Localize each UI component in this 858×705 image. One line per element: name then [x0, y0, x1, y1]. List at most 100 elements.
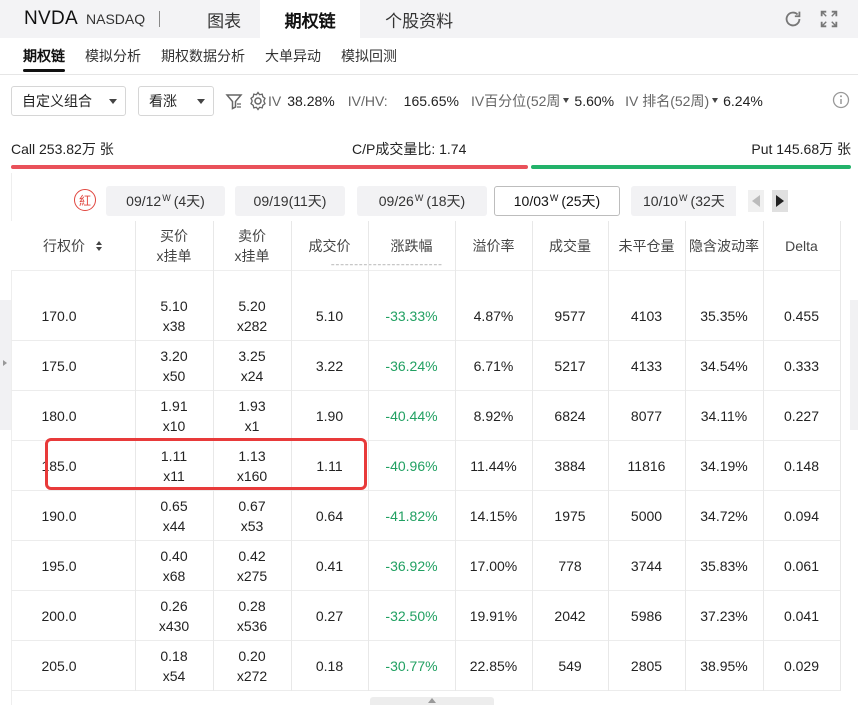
change-percent[interactable]: -36.24% — [368, 341, 455, 391]
scroll-left-button[interactable] — [748, 190, 764, 212]
subtab-block-trades[interactable]: 大单异动 — [265, 38, 321, 74]
last-price[interactable]: 0.27 — [291, 591, 368, 641]
header-open-interest[interactable]: 未平仓量 — [608, 221, 685, 271]
subtab-option-chain[interactable]: 期权链 — [23, 38, 65, 74]
bid-price[interactable]: 1.91 x10 — [135, 391, 213, 441]
direction-dropdown[interactable]: 看涨 — [138, 86, 214, 116]
delta-cell[interactable]: 0.061 — [763, 541, 840, 591]
strike-cell[interactable]: 170.0 — [11, 291, 135, 341]
bid-price[interactable]: 3.20 x50 — [135, 341, 213, 391]
header-strike[interactable]: 行权价 — [11, 221, 135, 271]
implied-volatility-cell[interactable]: 35.35% — [685, 291, 763, 341]
open-interest-cell[interactable]: 4133 — [608, 341, 685, 391]
open-interest-cell[interactable]: 2805 — [608, 641, 685, 691]
ask-price[interactable]: 1.93 x1 — [213, 391, 291, 441]
bid-price[interactable]: 0.26 x430 — [135, 591, 213, 641]
combo-dropdown[interactable]: 自定义组合 — [11, 86, 126, 116]
implied-volatility-cell[interactable]: 38.95% — [685, 641, 763, 691]
last-price[interactable]: 3.22 — [291, 341, 368, 391]
delta-cell[interactable]: 0.041 — [763, 591, 840, 641]
ask-price[interactable]: 0.28 x536 — [213, 591, 291, 641]
ask-price[interactable]: 0.67 x53 — [213, 491, 291, 541]
header-implied-volatility[interactable]: 隐含波动率 — [685, 221, 763, 271]
ask-price[interactable]: 5.20 x282 — [213, 291, 291, 341]
premium-rate[interactable]: 8.92% — [455, 391, 532, 441]
strike-cell[interactable]: 175.0 — [11, 341, 135, 391]
volume-cell[interactable]: 9577 — [532, 291, 608, 341]
volume-cell[interactable]: 778 — [532, 541, 608, 591]
iv-percentile-stat[interactable]: IV百分位(52周 5.60% — [471, 91, 614, 111]
bid-price[interactable]: 0.65 x44 — [135, 491, 213, 541]
strike-cell[interactable]: 180.0 — [11, 391, 135, 441]
volume-cell[interactable]: 1975 — [532, 491, 608, 541]
sort-icon[interactable] — [95, 240, 103, 252]
change-percent[interactable]: -32.50% — [368, 591, 455, 641]
open-interest-cell[interactable]: 5986 — [608, 591, 685, 641]
premium-rate[interactable]: 11.44% — [455, 441, 532, 491]
strike-cell[interactable]: 205.0 — [11, 641, 135, 691]
delta-cell[interactable]: 0.029 — [763, 641, 840, 691]
scroll-right-button[interactable] — [772, 190, 788, 212]
expiry-chip-active[interactable]: 10/03 W (25天) — [494, 186, 620, 216]
last-price[interactable]: 1.90 — [291, 391, 368, 441]
subtab-option-data[interactable]: 期权数据分析 — [161, 38, 245, 74]
subtab-backtest[interactable]: 模拟回测 — [341, 38, 397, 74]
implied-volatility-cell[interactable]: 34.72% — [685, 491, 763, 541]
delta-cell[interactable]: 0.227 — [763, 391, 840, 441]
tab-stock-info[interactable]: 个股资料 — [374, 0, 464, 38]
volume-cell[interactable]: 5217 — [532, 341, 608, 391]
ask-price[interactable]: 0.20 x272 — [213, 641, 291, 691]
implied-volatility-cell[interactable]: 35.83% — [685, 541, 763, 591]
right-collapse-handle[interactable] — [850, 300, 858, 430]
volume-cell[interactable]: 3884 — [532, 441, 608, 491]
iv-rank-stat[interactable]: IV 排名(52周) 6.24% — [625, 91, 763, 111]
change-percent[interactable]: -33.33% — [368, 291, 455, 341]
premium-rate[interactable]: 6.71% — [455, 341, 532, 391]
implied-volatility-cell[interactable]: 34.19% — [685, 441, 763, 491]
strike-cell[interactable]: 190.0 — [11, 491, 135, 541]
delta-cell[interactable]: 0.148 — [763, 441, 840, 491]
open-interest-cell[interactable]: 5000 — [608, 491, 685, 541]
volume-cell[interactable]: 549 — [532, 641, 608, 691]
info-icon[interactable] — [832, 91, 850, 109]
premium-rate[interactable]: 22.85% — [455, 641, 532, 691]
change-percent[interactable]: -40.96% — [368, 441, 455, 491]
volume-cell[interactable]: 2042 — [532, 591, 608, 641]
change-percent[interactable]: -41.82% — [368, 491, 455, 541]
premium-rate[interactable]: 4.87% — [455, 291, 532, 341]
strike-cell[interactable]: 195.0 — [11, 541, 135, 591]
change-percent[interactable]: -40.44% — [368, 391, 455, 441]
expiry-chip[interactable]: 09/19 (11天) — [235, 186, 345, 216]
left-collapse-handle[interactable] — [0, 300, 11, 430]
ask-price[interactable]: 3.25 x24 — [213, 341, 291, 391]
strike-cell[interactable]: 200.0 — [11, 591, 135, 641]
last-price[interactable]: 0.18 — [291, 641, 368, 691]
header-delta[interactable]: Delta — [763, 221, 840, 271]
implied-volatility-cell[interactable]: 34.54% — [685, 341, 763, 391]
change-percent[interactable]: -36.92% — [368, 541, 455, 591]
last-price[interactable]: 0.64 — [291, 491, 368, 541]
expiry-chip[interactable]: 09/26 W (18天) — [357, 186, 487, 216]
expiry-chip[interactable]: 09/12 W (4天) — [106, 186, 225, 216]
header-ask[interactable]: 卖价 x挂单 — [213, 221, 291, 271]
fullscreen-icon[interactable] — [818, 8, 840, 30]
header-volume[interactable]: 成交量 — [532, 221, 608, 271]
header-premium[interactable]: 溢价率 — [455, 221, 532, 271]
bid-price[interactable]: 0.40 x68 — [135, 541, 213, 591]
open-interest-cell[interactable]: 11816 — [608, 441, 685, 491]
ask-price[interactable]: 0.42 x275 — [213, 541, 291, 591]
change-percent[interactable]: -30.77% — [368, 641, 455, 691]
gear-icon[interactable] — [248, 91, 268, 111]
expiry-chip[interactable]: 10/10 W (32天 — [631, 186, 736, 216]
delta-cell[interactable]: 0.333 — [763, 341, 840, 391]
premium-rate[interactable]: 19.91% — [455, 591, 532, 641]
delta-cell[interactable]: 0.455 — [763, 291, 840, 341]
bid-price[interactable]: 5.10 x38 — [135, 291, 213, 341]
bottom-expand-handle[interactable] — [370, 697, 494, 705]
implied-volatility-cell[interactable]: 37.23% — [685, 591, 763, 641]
last-price[interactable]: 0.41 — [291, 541, 368, 591]
delta-cell[interactable]: 0.094 — [763, 491, 840, 541]
volume-cell[interactable]: 6824 — [532, 391, 608, 441]
red-badge-icon[interactable]: 紅 — [74, 189, 96, 211]
tab-chart[interactable]: 图表 — [196, 0, 252, 38]
